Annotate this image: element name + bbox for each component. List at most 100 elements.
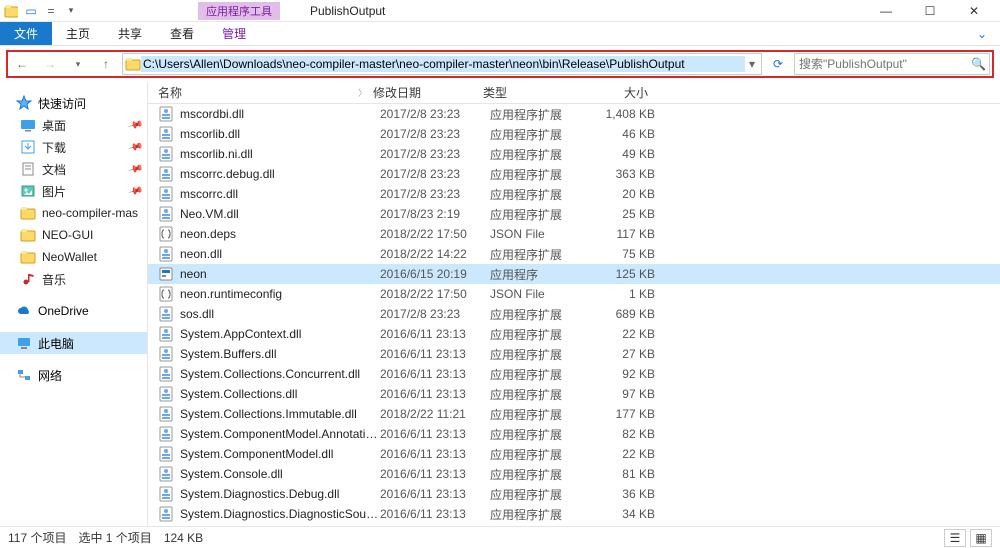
file-date: 2018/2/22 14:22 — [380, 247, 490, 261]
file-size: 97 KB — [595, 387, 675, 401]
file-type: 应用程序扩展 — [490, 346, 595, 363]
file-name: Neo.VM.dll — [180, 207, 380, 221]
file-size: 46 KB — [595, 127, 675, 141]
file-row[interactable]: neon.deps 2018/2/22 17:50 JSON File 117 … — [148, 224, 1000, 244]
file-date: 2017/2/8 23:23 — [380, 127, 490, 141]
sidebar-item-folder[interactable]: NeoWallet — [0, 246, 147, 268]
dll-icon — [158, 366, 174, 382]
sidebar-item-pinned[interactable]: 桌面📌 — [0, 114, 147, 136]
ribbon-expand-button[interactable]: ⌄ — [964, 22, 1000, 45]
sidebar-item-label: 音乐 — [42, 271, 66, 288]
search-input[interactable] — [799, 57, 971, 71]
network-header[interactable]: 网络 — [0, 364, 147, 386]
file-type: 应用程序扩展 — [490, 506, 595, 523]
sidebar-item-folder[interactable]: NEO-GUI — [0, 224, 147, 246]
column-header-date[interactable]: 修改日期 — [373, 84, 483, 101]
sidebar-item-folder[interactable]: 音乐 — [0, 268, 147, 290]
file-row[interactable]: mscorrc.dll 2017/2/8 23:23 应用程序扩展 20 KB — [148, 184, 1000, 204]
qat-caret-icon[interactable]: ▾ — [64, 4, 78, 18]
qat-properties-icon[interactable]: ▭ — [24, 4, 38, 18]
file-name: System.ComponentModel.Annotatio... — [180, 427, 380, 441]
file-name: System.Collections.Concurrent.dll — [180, 367, 380, 381]
file-size: 177 KB — [595, 407, 675, 421]
tab-home[interactable]: 主页 — [52, 22, 104, 45]
file-row[interactable]: System.Buffers.dll 2016/6/11 23:13 应用程序扩… — [148, 344, 1000, 364]
recent-dropdown[interactable]: ▾ — [66, 53, 90, 75]
file-row[interactable]: System.Console.dll 2016/6/11 23:13 应用程序扩… — [148, 464, 1000, 484]
up-button[interactable]: ↑ — [94, 53, 118, 75]
maximize-button[interactable]: ☐ — [908, 0, 952, 22]
file-size: 75 KB — [595, 247, 675, 261]
qat-dropdown-icon[interactable]: = — [44, 4, 58, 18]
minimize-button[interactable]: — — [864, 0, 908, 22]
address-bar[interactable]: ▾ — [122, 53, 762, 75]
file-row[interactable]: mscordbi.dll 2017/2/8 23:23 应用程序扩展 1,408… — [148, 104, 1000, 124]
file-size: 49 KB — [595, 147, 675, 161]
tab-manage[interactable]: 管理 — [208, 22, 260, 45]
file-type: 应用程序扩展 — [490, 406, 595, 423]
file-row[interactable]: neon.runtimeconfig 2018/2/22 17:50 JSON … — [148, 284, 1000, 304]
file-date: 2016/6/11 23:13 — [380, 427, 490, 441]
file-name: mscorrc.debug.dll — [180, 167, 380, 181]
file-row[interactable]: System.AppContext.dll 2016/6/11 23:13 应用… — [148, 324, 1000, 344]
address-dropdown-icon[interactable]: ▾ — [745, 57, 759, 71]
file-row[interactable]: mscorlib.dll 2017/2/8 23:23 应用程序扩展 46 KB — [148, 124, 1000, 144]
dll-icon — [158, 426, 174, 442]
file-date: 2016/6/11 23:13 — [380, 487, 490, 501]
dll-icon — [158, 306, 174, 322]
file-tab[interactable]: 文件 — [0, 22, 52, 45]
tab-share[interactable]: 共享 — [104, 22, 156, 45]
tab-view[interactable]: 查看 — [156, 22, 208, 45]
close-button[interactable]: ✕ — [952, 0, 996, 22]
file-name: neon.dll — [180, 247, 380, 261]
file-row[interactable]: mscorlib.ni.dll 2017/2/8 23:23 应用程序扩展 49… — [148, 144, 1000, 164]
search-icon[interactable]: 🔍 — [971, 57, 985, 71]
file-row[interactable]: System.Collections.Immutable.dll 2018/2/… — [148, 404, 1000, 424]
file-name: System.AppContext.dll — [180, 327, 380, 341]
file-row[interactable]: Neo.VM.dll 2017/8/23 2:19 应用程序扩展 25 KB — [148, 204, 1000, 224]
view-large-button[interactable]: ▦ — [970, 529, 992, 547]
file-name: neon — [180, 267, 380, 281]
back-button[interactable]: ← — [10, 53, 34, 75]
sidebar-item-pinned[interactable]: 图片📌 — [0, 180, 147, 202]
file-type: 应用程序扩展 — [490, 166, 595, 183]
file-row[interactable]: neon.dll 2018/2/22 14:22 应用程序扩展 75 KB — [148, 244, 1000, 264]
dll-icon — [158, 346, 174, 362]
sidebar-item-label: 文档 — [42, 161, 66, 178]
sidebar-item-pinned[interactable]: 下载📌 — [0, 136, 147, 158]
file-date: 2017/2/8 23:23 — [380, 167, 490, 181]
onedrive-header[interactable]: OneDrive — [0, 300, 147, 322]
file-row[interactable]: mscorrc.debug.dll 2017/2/8 23:23 应用程序扩展 … — [148, 164, 1000, 184]
sidebar-item-pinned[interactable]: 文档📌 — [0, 158, 147, 180]
column-header-type[interactable]: 类型 — [483, 84, 588, 101]
file-row[interactable]: neon 2016/6/15 20:19 应用程序 125 KB — [148, 264, 1000, 284]
file-size: 27 KB — [595, 347, 675, 361]
file-row[interactable]: System.Diagnostics.Debug.dll 2016/6/11 2… — [148, 484, 1000, 504]
file-row[interactable]: System.Diagnostics.DiagnosticSourc... 20… — [148, 504, 1000, 524]
file-row[interactable]: System.Collections.dll 2016/6/11 23:13 应… — [148, 384, 1000, 404]
file-name: neon.deps — [180, 227, 380, 241]
view-details-button[interactable]: ☰ — [944, 529, 966, 547]
refresh-button[interactable]: ⟳ — [766, 57, 790, 71]
quick-access-header[interactable]: 快速访问 — [0, 92, 147, 114]
sidebar-item-folder[interactable]: neo-compiler-mas — [0, 202, 147, 224]
file-row[interactable]: System.ComponentModel.dll 2016/6/11 23:1… — [148, 444, 1000, 464]
column-header-size[interactable]: 大小 — [588, 84, 668, 101]
file-name: System.Console.dll — [180, 467, 380, 481]
this-pc-header[interactable]: 此电脑 — [0, 332, 147, 354]
json-icon — [158, 226, 174, 242]
search-box[interactable]: 🔍 — [794, 53, 990, 75]
column-header-name[interactable]: 名称〉 — [148, 84, 373, 101]
file-row[interactable]: System.Collections.Concurrent.dll 2016/6… — [148, 364, 1000, 384]
sidebar-item-label: 桌面 — [42, 117, 66, 134]
address-input[interactable] — [141, 56, 745, 72]
status-selection-size: 124 KB — [164, 531, 203, 545]
file-row[interactable]: System.ComponentModel.Annotatio... 2016/… — [148, 424, 1000, 444]
file-size: 1,408 KB — [595, 107, 675, 121]
file-row[interactable]: sos.dll 2017/2/8 23:23 应用程序扩展 689 KB — [148, 304, 1000, 324]
folder-icon — [4, 4, 18, 18]
exe-icon — [158, 266, 174, 282]
file-date: 2017/2/8 23:23 — [380, 307, 490, 321]
file-type: 应用程序扩展 — [490, 106, 595, 123]
forward-button[interactable]: → — [38, 53, 62, 75]
